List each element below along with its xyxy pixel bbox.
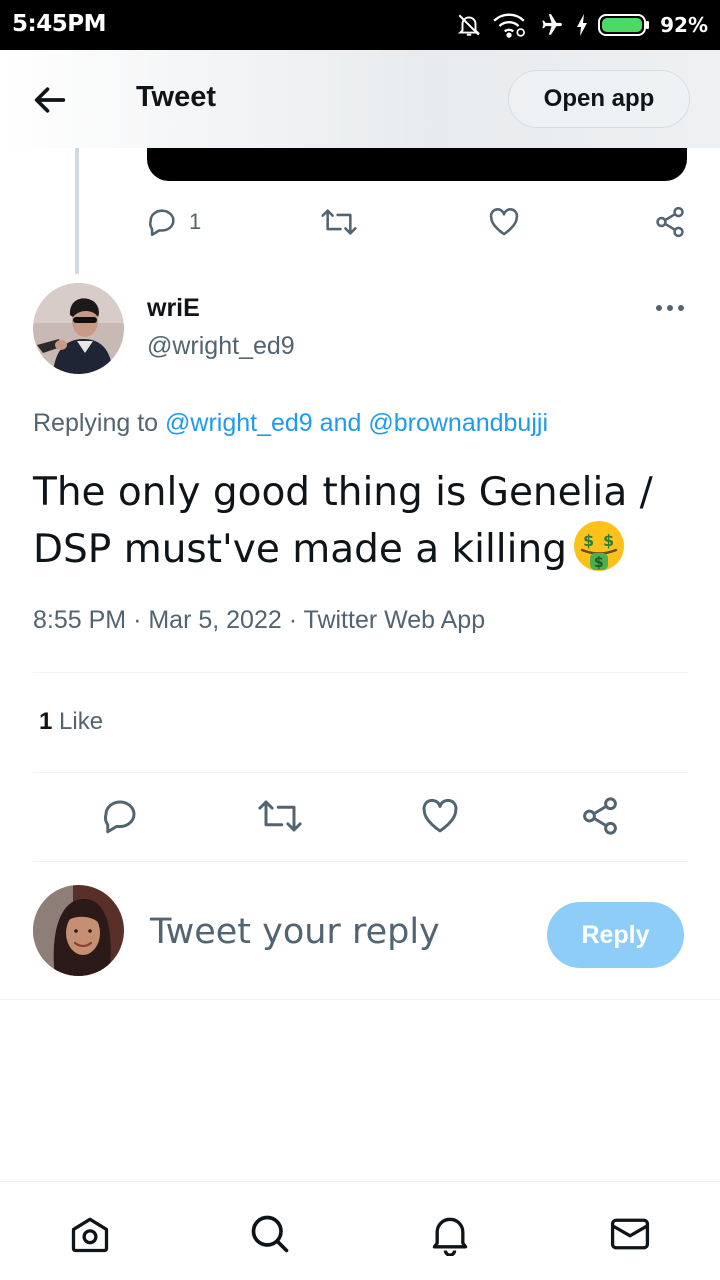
retweet-button[interactable] bbox=[257, 795, 302, 841]
battery-percent: 92% bbox=[660, 13, 708, 37]
divider bbox=[33, 772, 688, 773]
like-icon bbox=[489, 208, 519, 236]
author-name[interactable]: wriE bbox=[147, 294, 200, 323]
tweet-date[interactable]: Mar 5, 2022 bbox=[148, 606, 281, 634]
svg-text:$: $ bbox=[583, 531, 594, 550]
status-bar: 5:45PM 92% bbox=[0, 0, 720, 50]
status-time: 5:45PM bbox=[12, 11, 106, 37]
open-app-button[interactable]: Open app bbox=[508, 70, 690, 128]
divider bbox=[0, 999, 720, 1000]
messages-icon bbox=[610, 1218, 650, 1250]
meta-separator: · bbox=[133, 606, 142, 634]
battery-icon bbox=[598, 14, 650, 36]
replying-to: Replying to @wright_ed9 and @brownandbuj… bbox=[33, 409, 548, 438]
reply-input[interactable]: Tweet your reply bbox=[150, 912, 440, 952]
tweet-time[interactable]: 8:55 PM bbox=[33, 606, 126, 634]
like-button[interactable] bbox=[419, 795, 461, 841]
tweet-meta: 8:55 PM · Mar 5, 2022 · Twitter Web App bbox=[33, 606, 485, 635]
parent-like-button[interactable] bbox=[487, 202, 521, 242]
like-label: Like bbox=[59, 708, 104, 735]
reply-icon bbox=[149, 209, 175, 237]
like-icon bbox=[422, 798, 458, 833]
parent-reply-button[interactable]: 1 bbox=[145, 202, 201, 242]
tweet-source: Twitter Web App bbox=[303, 606, 486, 634]
notifications-icon bbox=[432, 1217, 468, 1257]
author-avatar[interactable] bbox=[33, 283, 124, 374]
page-title: Tweet bbox=[136, 81, 217, 113]
nav-search[interactable] bbox=[248, 1212, 292, 1256]
retweet-icon bbox=[258, 800, 302, 832]
back-button[interactable] bbox=[30, 80, 70, 120]
parent-tweet-media[interactable] bbox=[147, 148, 687, 181]
arrow-left-icon bbox=[34, 87, 66, 113]
author-avatar-image bbox=[33, 283, 124, 374]
user-avatar-image bbox=[33, 885, 124, 976]
parent-reply-count: 1 bbox=[189, 209, 202, 234]
replying-to-and[interactable]: and bbox=[320, 409, 362, 437]
bottom-navigation bbox=[0, 1181, 720, 1280]
divider bbox=[33, 861, 688, 862]
replying-to-user-link[interactable]: @wright_ed9 bbox=[165, 409, 313, 437]
replying-to-label: Replying to bbox=[33, 409, 159, 437]
divider bbox=[33, 672, 688, 673]
nav-home[interactable] bbox=[68, 1212, 112, 1256]
home-icon bbox=[71, 1217, 109, 1253]
tweet-text: The only good thing is Genelia / DSP mus… bbox=[33, 470, 653, 572]
thread-connector-line bbox=[75, 148, 79, 274]
user-avatar[interactable] bbox=[33, 885, 124, 976]
reply-icon bbox=[104, 800, 136, 834]
svg-text:$: $ bbox=[594, 555, 604, 571]
search-icon bbox=[251, 1215, 289, 1253]
wifi-icon bbox=[493, 13, 526, 38]
parent-retweet-button[interactable] bbox=[320, 202, 358, 242]
meta-separator: · bbox=[288, 606, 298, 634]
status-icons: 92% bbox=[456, 10, 708, 40]
share-icon bbox=[656, 206, 684, 238]
notifications-off-icon bbox=[458, 14, 481, 36]
share-button[interactable] bbox=[579, 795, 621, 841]
retweet-icon bbox=[321, 209, 357, 235]
parent-tweet-actions: 1 bbox=[145, 202, 690, 242]
nav-messages[interactable] bbox=[608, 1212, 652, 1256]
more-horizontal-icon bbox=[656, 305, 684, 311]
charging-icon bbox=[577, 14, 588, 36]
airplane-mode-icon bbox=[542, 14, 562, 35]
svg-text:$: $ bbox=[603, 531, 614, 550]
money-mouth-face-icon: $ $ $ bbox=[573, 521, 624, 571]
tweet-actions bbox=[0, 795, 720, 841]
top-app-bar: Tweet Open app bbox=[0, 50, 720, 148]
share-icon bbox=[583, 797, 617, 835]
replying-to-user-link[interactable]: @brownandbujji bbox=[368, 409, 548, 437]
reply-submit-button[interactable]: Reply bbox=[547, 902, 684, 968]
author-handle[interactable]: @wright_ed9 bbox=[147, 332, 295, 361]
tweet-body: The only good thing is Genelia / DSP mus… bbox=[33, 466, 693, 577]
nav-notifications[interactable] bbox=[428, 1212, 472, 1257]
more-options-button[interactable] bbox=[652, 296, 688, 320]
like-count: 1 bbox=[39, 708, 53, 735]
likes-summary[interactable]: 1 Like bbox=[39, 708, 103, 736]
parent-share-button[interactable] bbox=[653, 202, 687, 242]
reply-button[interactable] bbox=[99, 795, 141, 841]
